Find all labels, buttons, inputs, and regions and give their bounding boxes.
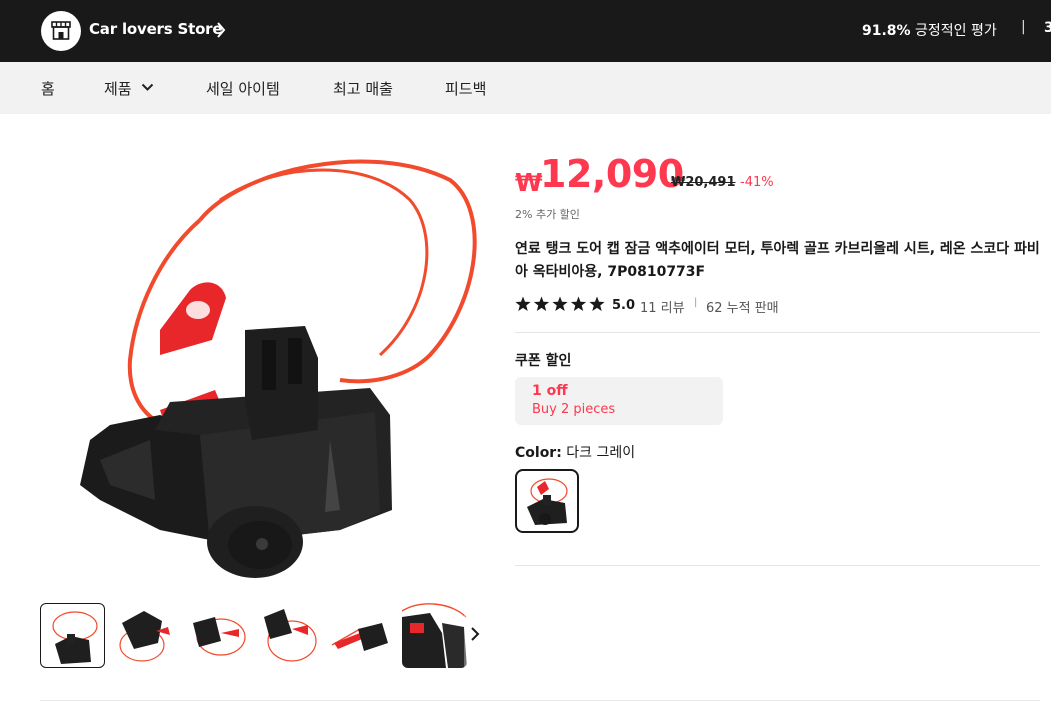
coupon-label: 쿠폰 할인 xyxy=(515,353,572,369)
product-title: 연료 탱크 도어 캡 잠금 액추에이터 모터, 투아렉 골프 카브리올레 시트,… xyxy=(515,241,1040,280)
header-divider: | xyxy=(1021,19,1026,35)
star-icon xyxy=(533,296,550,311)
store-logo[interactable] xyxy=(41,11,81,51)
coupon-card[interactable]: 1 off Buy 2 pieces xyxy=(515,377,723,425)
nav-item-feedback[interactable]: 피드백 xyxy=(445,78,486,99)
thumbnail[interactable] xyxy=(112,603,177,668)
price-currency: ₩ xyxy=(515,168,543,197)
store-name-link[interactable]: Car lovers Store xyxy=(89,20,223,38)
chevron-down-icon[interactable] xyxy=(141,83,154,92)
storefront-icon xyxy=(51,21,71,40)
store-nav: 홈 제품 세일 아이템 최고 매출 피드백 xyxy=(0,62,1051,114)
store-followers: 3 xyxy=(1044,20,1051,36)
color-value: 다크 그레이 xyxy=(566,445,636,461)
review-count-link[interactable]: 11 리뷰 xyxy=(640,297,685,316)
thumbnail[interactable] xyxy=(330,603,395,668)
color-selected: Color: 다크 그레이 xyxy=(515,442,635,462)
nav-item-home[interactable]: 홈 xyxy=(41,78,55,99)
star-icon xyxy=(515,296,531,311)
divider xyxy=(40,700,1040,701)
color-swatch-dark-gray[interactable] xyxy=(515,469,579,533)
thumbnail-strip xyxy=(40,603,490,669)
extra-discount: 2% 추가 할인 xyxy=(515,208,580,221)
sold-count: 62 누적 판매 xyxy=(706,301,779,316)
thumbnail[interactable] xyxy=(185,603,250,668)
store-rating: 91.8% 긍정적인 평가 xyxy=(862,23,997,39)
store-header: Car lovers Store 91.8% 긍정적인 평가 | 3 xyxy=(0,0,1051,62)
coupon-title: 1 off xyxy=(532,383,568,399)
thumbnail[interactable] xyxy=(402,603,467,668)
sale-price: 12,090 xyxy=(540,152,684,196)
thumbnail[interactable] xyxy=(40,603,105,668)
rating-stars xyxy=(515,296,607,316)
nav-item-bestseller[interactable]: 최고 매출 xyxy=(333,78,393,99)
nav-item-products[interactable]: 제품 xyxy=(104,78,132,99)
star-icon xyxy=(589,296,605,311)
chevron-right-icon[interactable] xyxy=(470,626,480,642)
star-icon xyxy=(570,296,587,311)
star-icon xyxy=(552,296,568,311)
review-divider: | xyxy=(694,297,698,308)
discount-badge: -41% xyxy=(740,175,774,190)
original-price: ₩20,491 xyxy=(671,175,736,190)
thumbnail[interactable] xyxy=(258,603,323,668)
nav-item-sale[interactable]: 세일 아이템 xyxy=(206,78,280,99)
color-label: Color: xyxy=(515,445,562,461)
divider xyxy=(515,565,1040,566)
divider xyxy=(515,332,1040,333)
chevron-right-icon[interactable] xyxy=(216,21,226,39)
product-main-image[interactable] xyxy=(40,140,490,590)
rating-value: 5.0 xyxy=(612,298,636,313)
coupon-condition: Buy 2 pieces xyxy=(532,402,616,417)
